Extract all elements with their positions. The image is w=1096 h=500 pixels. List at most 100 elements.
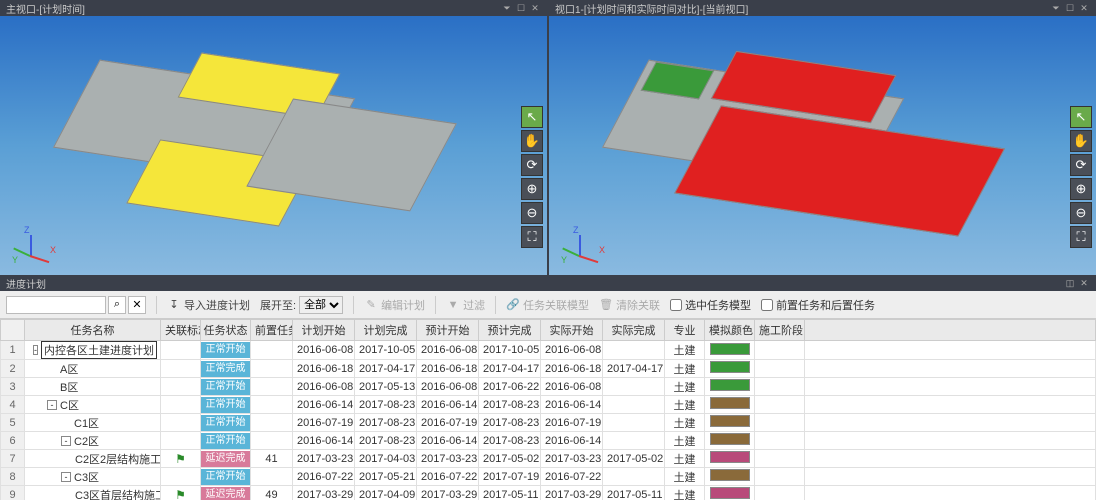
predecessor-checkbox[interactable]: 前置任务和后置任务 xyxy=(761,297,875,313)
viewport-left-title: 主视口-[计划时间] xyxy=(6,1,85,16)
sim-color-swatch xyxy=(710,487,750,499)
task-name-cell[interactable]: C1区 xyxy=(25,414,161,432)
search-button[interactable]: ⌕ xyxy=(108,296,126,314)
schedule-table: 任务名称 关联标志 任务状态 前置任务 计划开始 计划完成 预计开始 预计完成 … xyxy=(0,319,1096,500)
zoom-out-tool[interactable]: ⊖ xyxy=(521,202,543,224)
zoom-in-tool[interactable]: ⊕ xyxy=(1070,178,1092,200)
model-building xyxy=(615,63,1009,224)
viewport-left-canvas[interactable]: Z X Y ↖ ✋ ⟳ ⊕ ⊖ ⛶ xyxy=(0,16,547,275)
col-act-start[interactable]: 实际开始 xyxy=(541,320,603,341)
edit-icon: ✎ xyxy=(364,298,378,312)
viewport-right: 视口1-[计划时间和实际时间对比]-[当前视口] ⏷ ☐ ✕ Z X Y ↖ ✋ xyxy=(549,0,1096,275)
pin-icon[interactable]: ⏷ xyxy=(501,2,513,14)
viewport-left: 主视口-[计划时间] ⏷ ☐ ✕ Z X Y ↖ ✋ ⟳ xyxy=(0,0,547,275)
pin-icon[interactable]: ⏷ xyxy=(1050,2,1062,14)
task-name-cell[interactable]: -C区 xyxy=(25,396,161,414)
table-row[interactable]: 7C2区2层结构施工⚑延迟完成412017-03-232017-04-03201… xyxy=(1,450,1096,468)
col-name[interactable]: 任务名称 xyxy=(25,320,161,341)
task-name-cell[interactable]: -C3区 xyxy=(25,468,161,486)
axis-gizmo[interactable]: Z X Y xyxy=(559,223,603,267)
clear-link-icon: 🗑 xyxy=(599,298,613,312)
select-model-checkbox[interactable]: 选中任务模型 xyxy=(670,297,751,313)
col-pre[interactable]: 前置任务 xyxy=(251,320,293,341)
maximize-icon[interactable]: ☐ xyxy=(1064,2,1076,14)
task-name-cell[interactable]: C2区2层结构施工 xyxy=(25,450,161,468)
select-tool[interactable]: ↖ xyxy=(1070,106,1092,128)
sim-color-swatch xyxy=(710,343,750,355)
table-row[interactable]: 6-C2区正常开始2016-06-142017-08-232016-06-142… xyxy=(1,432,1096,450)
link-icon: 🔗 xyxy=(506,298,520,312)
fit-tool[interactable]: ⛶ xyxy=(1070,226,1092,248)
table-row[interactable]: 3B区正常开始2016-06-082017-05-132016-06-08201… xyxy=(1,378,1096,396)
viewports-container: 主视口-[计划时间] ⏷ ☐ ✕ Z X Y ↖ ✋ ⟳ xyxy=(0,0,1096,275)
col-link[interactable]: 关联标志 xyxy=(161,320,201,341)
tree-toggle[interactable]: - xyxy=(61,472,71,482)
select-tool[interactable]: ↖ xyxy=(521,106,543,128)
close-icon[interactable]: ✕ xyxy=(529,2,541,14)
viewport-left-titlebar: 主视口-[计划时间] ⏷ ☐ ✕ xyxy=(0,0,547,16)
axis-gizmo[interactable]: Z X Y xyxy=(10,223,54,267)
col-pred-end[interactable]: 预计完成 xyxy=(479,320,541,341)
filter-button: ▼ 过滤 xyxy=(446,297,485,313)
table-row[interactable]: 5C1区正常开始2016-07-192017-08-232016-07-1920… xyxy=(1,414,1096,432)
tree-toggle[interactable]: - xyxy=(47,400,57,410)
maximize-icon[interactable]: ☐ xyxy=(515,2,527,14)
search-input[interactable] xyxy=(6,296,106,314)
col-spec[interactable]: 专业 xyxy=(665,320,705,341)
viewport-right-canvas[interactable]: Z X Y ↖ ✋ ⟳ ⊕ ⊖ ⛶ xyxy=(549,16,1096,275)
task-name-cell[interactable]: -内控各区土建进度计划 xyxy=(25,341,161,360)
link-flag-icon: ⚑ xyxy=(175,452,186,466)
sim-color-swatch xyxy=(710,451,750,463)
import-schedule-button[interactable]: ↧ 导入进度计划 xyxy=(167,297,250,313)
tree-toggle[interactable]: - xyxy=(61,436,71,446)
pan-tool[interactable]: ✋ xyxy=(1070,130,1092,152)
clear-link-button: 🗑 清除关联 xyxy=(599,297,660,313)
pan-tool[interactable]: ✋ xyxy=(521,130,543,152)
table-header-row: 任务名称 关联标志 任务状态 前置任务 计划开始 计划完成 预计开始 预计完成 … xyxy=(1,320,1096,341)
col-act-end[interactable]: 实际完成 xyxy=(603,320,665,341)
task-name-cell[interactable]: C3区首层结构施工 xyxy=(25,486,161,500)
table-row[interactable]: 1-内控各区土建进度计划正常开始2016-06-082017-10-052016… xyxy=(1,341,1096,360)
col-plan-start[interactable]: 计划开始 xyxy=(293,320,355,341)
tree-toggle[interactable]: - xyxy=(33,345,38,355)
expand-select[interactable]: 全部 xyxy=(299,296,343,314)
col-pred-start[interactable]: 预计开始 xyxy=(417,320,479,341)
task-name-cell[interactable]: A区 xyxy=(25,360,161,378)
model-building xyxy=(66,63,460,224)
viewport-right-toolbar: ↖ ✋ ⟳ ⊕ ⊖ ⛶ xyxy=(1070,106,1092,248)
search-clear-button[interactable]: ✕ xyxy=(128,296,146,314)
expand-control: 展开至: 全部 xyxy=(260,296,343,314)
table-row[interactable]: 4-C区正常开始2016-06-142017-08-232016-06-1420… xyxy=(1,396,1096,414)
panel-pin-icon[interactable]: ◫ xyxy=(1064,277,1076,289)
table-row[interactable]: 8-C3区正常开始2016-07-222017-05-212016-07-222… xyxy=(1,468,1096,486)
panel-toolbar: ⌕ ✕ ↧ 导入进度计划 展开至: 全部 ✎ 编辑计划 ▼ 过滤 🔗 任务关联模… xyxy=(0,291,1096,319)
panel-close-icon[interactable]: ✕ xyxy=(1078,277,1090,289)
col-status[interactable]: 任务状态 xyxy=(201,320,251,341)
sim-color-swatch xyxy=(710,397,750,409)
link-model-button: 🔗 任务关联模型 xyxy=(506,297,589,313)
col-color[interactable]: 模拟颜色 xyxy=(705,320,755,341)
col-phase[interactable]: 施工阶段 xyxy=(755,320,805,341)
orbit-tool[interactable]: ⟳ xyxy=(1070,154,1092,176)
col-plan-end[interactable]: 计划完成 xyxy=(355,320,417,341)
schedule-panel: 进度计划 ◫ ✕ ⌕ ✕ ↧ 导入进度计划 展开至: 全部 ✎ 编辑计划 xyxy=(0,275,1096,500)
panel-titlebar: 进度计划 ◫ ✕ xyxy=(0,275,1096,291)
zoom-in-tool[interactable]: ⊕ xyxy=(521,178,543,200)
filter-icon: ▼ xyxy=(446,298,460,312)
task-name-cell[interactable]: B区 xyxy=(25,378,161,396)
table-row[interactable]: 9C3区首层结构施工⚑延迟完成492017-03-292017-04-09201… xyxy=(1,486,1096,500)
sim-color-swatch xyxy=(710,379,750,391)
fit-tool[interactable]: ⛶ xyxy=(521,226,543,248)
zoom-out-tool[interactable]: ⊖ xyxy=(1070,202,1092,224)
schedule-grid[interactable]: 任务名称 关联标志 任务状态 前置任务 计划开始 计划完成 预计开始 预计完成 … xyxy=(0,319,1096,500)
sim-color-swatch xyxy=(710,469,750,481)
orbit-tool[interactable]: ⟳ xyxy=(521,154,543,176)
table-row[interactable]: 2A区正常完成2016-06-182017-04-172016-06-18201… xyxy=(1,360,1096,378)
viewport-left-toolbar: ↖ ✋ ⟳ ⊕ ⊖ ⛶ xyxy=(521,106,543,248)
close-icon[interactable]: ✕ xyxy=(1078,2,1090,14)
task-name-cell[interactable]: -C2区 xyxy=(25,432,161,450)
link-flag-icon: ⚑ xyxy=(175,488,186,500)
viewport-right-title: 视口1-[计划时间和实际时间对比]-[当前视口] xyxy=(555,1,748,16)
panel-title: 进度计划 xyxy=(6,276,46,291)
import-icon: ↧ xyxy=(167,298,181,312)
